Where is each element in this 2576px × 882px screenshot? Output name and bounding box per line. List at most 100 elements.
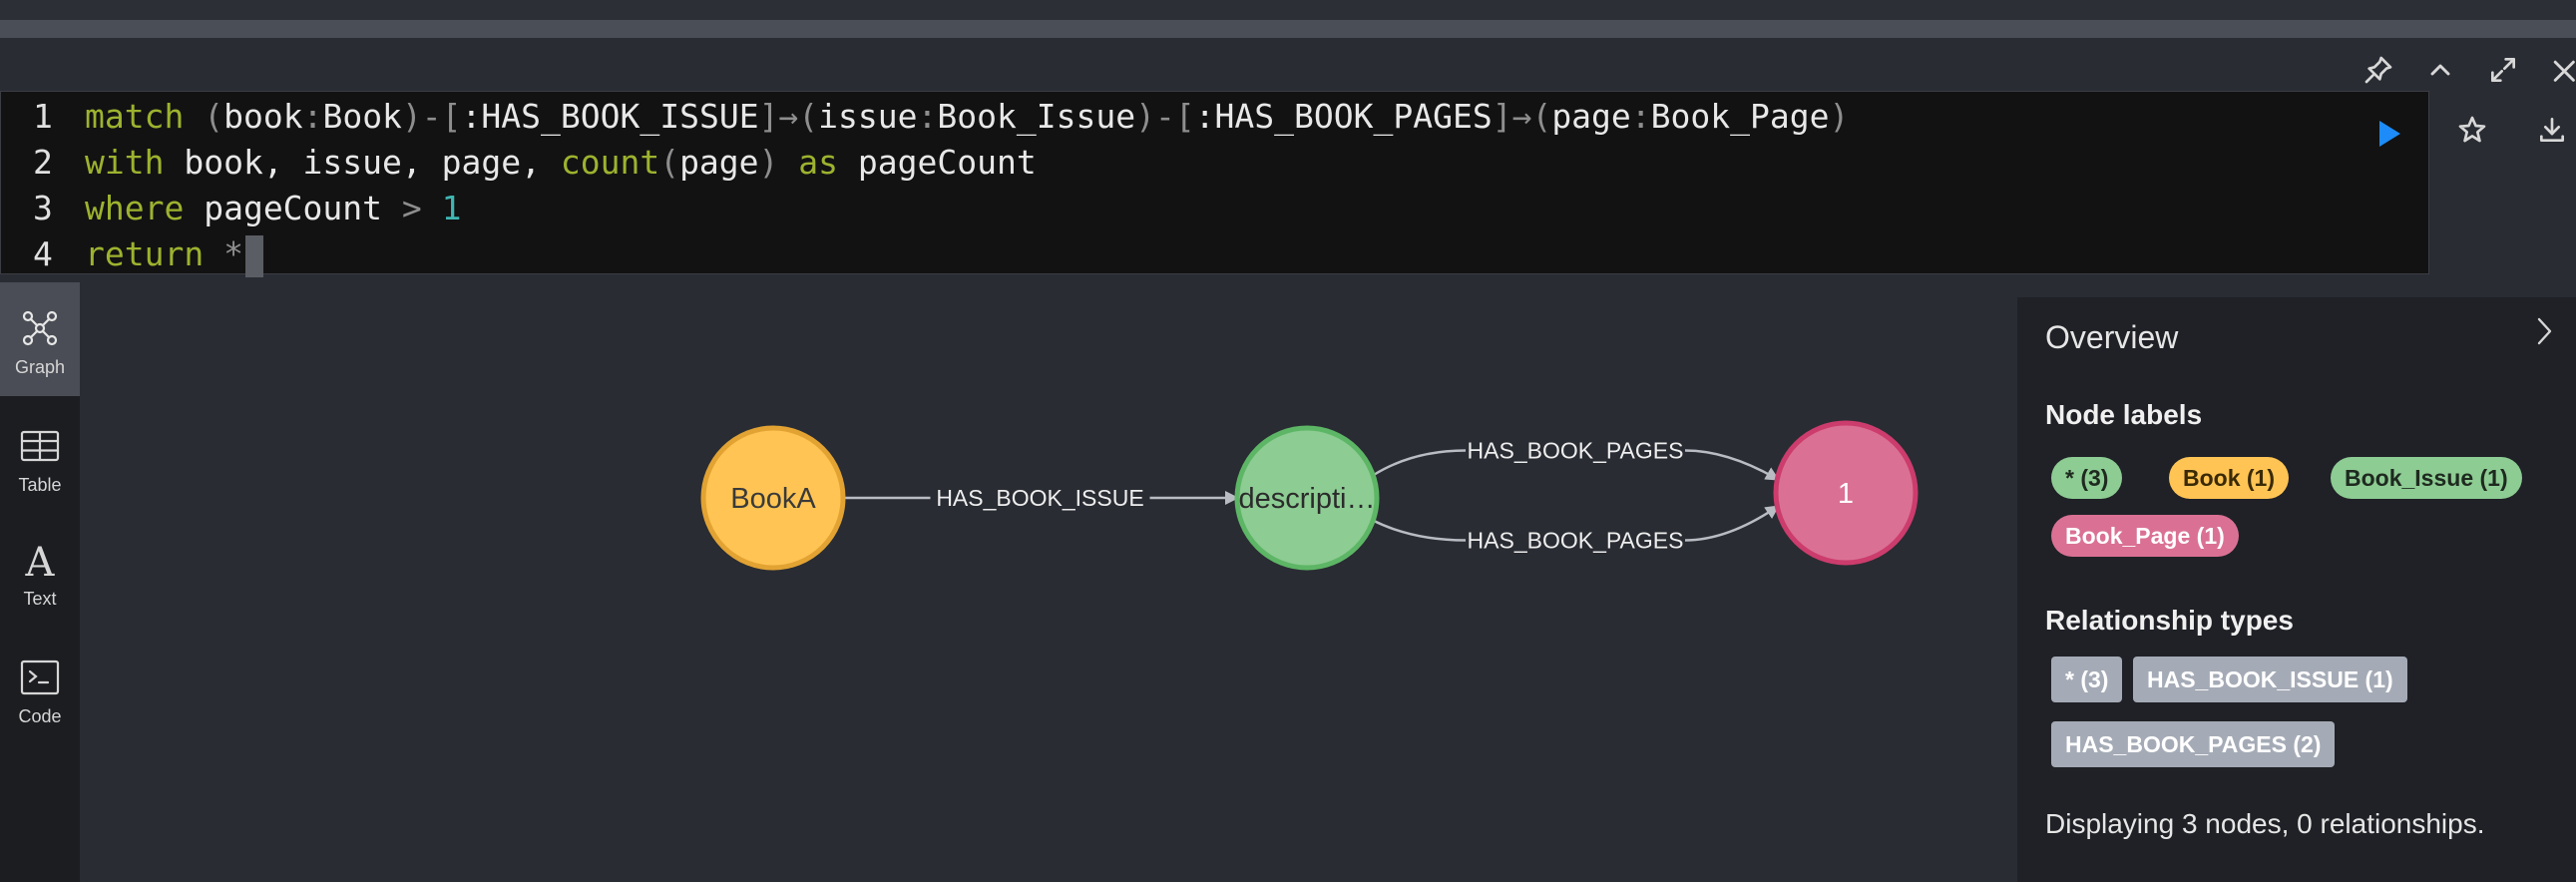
sidebar-item-code[interactable]: Code (0, 632, 80, 745)
code-token: ( (204, 97, 224, 136)
code-text: return * (85, 231, 263, 277)
code-token: pageCount (838, 143, 1037, 182)
code-token: count (560, 143, 660, 182)
code-token: page (679, 143, 759, 182)
overview-title: Overview (2045, 319, 2179, 355)
code-token: : (302, 97, 323, 136)
svg-text:A: A (25, 540, 56, 580)
relationship-edge[interactable]: HAS_BOOK_PAGES (1372, 438, 1780, 481)
relationship-edge[interactable]: HAS_BOOK_ISSUE (843, 485, 1237, 511)
edge-line[interactable] (1372, 449, 1467, 477)
node-caption: descripti… (1239, 483, 1376, 515)
play-icon[interactable] (2372, 118, 2404, 150)
code-token: )-[ (401, 97, 462, 136)
code-token: ]→( (1492, 97, 1552, 136)
code-token: Book_Page (1650, 97, 1830, 136)
relationship-label: HAS_BOOK_PAGES (1468, 528, 1684, 554)
code-token: : (917, 97, 938, 136)
code-token: Book (322, 97, 402, 136)
code-token: * (223, 234, 243, 273)
expand-icon[interactable] (2487, 54, 2519, 86)
code-token: with (85, 143, 165, 182)
line-number: 4 (33, 234, 53, 273)
graph-node-book[interactable]: BookA (700, 425, 846, 571)
overview-panel: Overview Node labels * (3) Book (1) Book_I… (2017, 297, 2576, 882)
node-label-pill[interactable]: * (3) (2051, 457, 2123, 499)
sidebar-item-graph[interactable]: Graph (0, 282, 80, 396)
edge-line[interactable] (1684, 505, 1780, 542)
line-number: 1 (33, 97, 53, 136)
code-text: where pageCount > 1 (85, 186, 462, 231)
close-icon[interactable] (2550, 54, 2576, 86)
graph-node-issue[interactable]: descripti… (1234, 425, 1380, 571)
code-token: 1 (441, 189, 462, 227)
relationship-type-tag[interactable]: * (3) (2051, 657, 2123, 702)
code-token: :HAS_BOOK_ISSUE (461, 97, 759, 136)
sidebar-item-table[interactable]: Table (0, 400, 80, 514)
node-label-pill[interactable]: Book (1) (2169, 457, 2289, 499)
line-number: 2 (33, 143, 53, 182)
sidebar-item-label: Code (18, 706, 62, 726)
graph-visualization[interactable]: HAS_BOOK_ISSUE HAS_BOOK_PAGES HAS_BOOK_PAG… (80, 282, 2017, 882)
table-icon (20, 426, 60, 466)
code-text: match (book:Book)-[:HAS_BOOK_ISSUE]→(iss… (85, 94, 1849, 140)
code-token: return (85, 234, 205, 273)
code-text: with book, issue, page, count(page) as p… (85, 140, 1037, 186)
code-token: Book_Issue (937, 97, 1136, 136)
code-token: book, issue, page, (164, 143, 561, 182)
relationship-type-tag[interactable]: HAS_BOOK_ISSUE (1) (2133, 657, 2407, 702)
star-icon[interactable] (2456, 114, 2488, 146)
view-sidebar: Graph Table A Text Code (0, 282, 80, 882)
title-bar (0, 0, 2576, 20)
edge-line[interactable] (1684, 449, 1780, 481)
code-token: > (401, 189, 422, 227)
node-label-pill[interactable]: Book_Page (1) (2051, 515, 2239, 557)
code-token: ) (1829, 97, 1850, 136)
text-cursor (244, 234, 263, 277)
sidebar-item-text[interactable]: A Text (0, 514, 80, 628)
code-token: match (85, 97, 185, 136)
code-token: as (798, 143, 839, 182)
relationship-type-tag[interactable]: HAS_BOOK_PAGES (2) (2051, 721, 2336, 767)
result-frame-header (0, 38, 2576, 91)
code-token: where (85, 189, 185, 227)
graph-node-page[interactable]: 1 (1773, 420, 1919, 566)
code-token: ]→( (758, 97, 819, 136)
text-icon: A (20, 540, 60, 586)
code-token: )-[ (1135, 97, 1195, 136)
code-token: page (1551, 97, 1631, 136)
chevron-right-icon[interactable] (2530, 313, 2558, 349)
code-token: pageCount (184, 189, 402, 227)
sidebar-item-label: Graph (14, 357, 66, 377)
sidebar-item-label: Table (18, 475, 62, 495)
sidebar-item-label: Text (23, 589, 57, 609)
line-number: 3 (33, 189, 53, 227)
code-token: : (1630, 97, 1651, 136)
query-history-strip (0, 20, 2576, 38)
code-token: ) (758, 143, 779, 182)
relationship-types-heading: Relationship types (2045, 605, 2294, 636)
relationship-edge[interactable]: HAS_BOOK_PAGES (1372, 505, 1780, 554)
code-token: :HAS_BOOK_PAGES (1194, 97, 1493, 136)
node-caption: BookA (730, 483, 816, 515)
query-editor[interactable]: 1 match (book:Book)-[:HAS_BOOK_ISSUE]→(is… (0, 91, 2429, 277)
code-token: issue (818, 97, 918, 136)
download-icon[interactable] (2536, 114, 2568, 146)
node-label-pill[interactable]: Book_Issue (1) (2331, 457, 2522, 499)
code-icon (20, 658, 60, 697)
code-token: ( (659, 143, 680, 182)
graph-canvas[interactable]: HAS_BOOK_ISSUE HAS_BOOK_PAGES HAS_BOOK_PAG… (80, 282, 2017, 882)
code-token: book (223, 97, 303, 136)
result-summary: Displaying 3 nodes, 0 relationships. (2045, 808, 2485, 839)
pin-icon[interactable] (2362, 54, 2394, 86)
node-labels-heading: Node labels (2045, 399, 2203, 430)
edge-line[interactable] (1372, 519, 1467, 542)
relationship-label: HAS_BOOK_ISSUE (936, 485, 1143, 511)
graph-icon (20, 308, 60, 348)
relationship-label: HAS_BOOK_PAGES (1468, 438, 1684, 464)
chevron-up-icon[interactable] (2424, 54, 2456, 86)
